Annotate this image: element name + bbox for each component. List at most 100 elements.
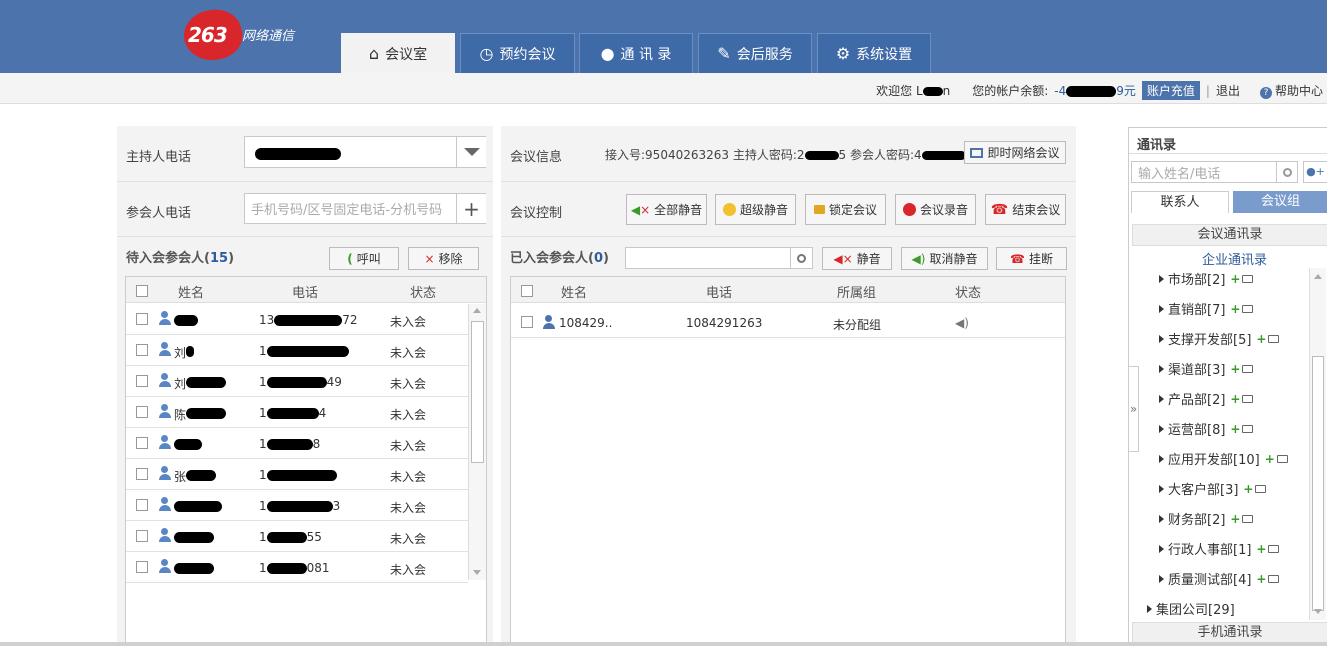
host-phone-input[interactable]	[244, 136, 486, 168]
tab-meeting-groups[interactable]: 会议组	[1233, 191, 1327, 213]
add-icon[interactable]: +	[1230, 422, 1240, 436]
message-icon[interactable]	[1276, 454, 1288, 463]
expand-panel-handle[interactable]: »	[1129, 366, 1139, 452]
tree-department[interactable]: 渠道部[3] +	[1159, 359, 1254, 378]
end-meeting-button[interactable]: ☎ 结束会议	[985, 194, 1066, 225]
row-name: 刘	[174, 346, 187, 360]
message-icon[interactable]	[1242, 304, 1254, 313]
table-row[interactable]: 1 8 未入会	[126, 428, 468, 459]
message-icon[interactable]	[1255, 484, 1267, 493]
hangup-button[interactable]: ☎ 挂断	[996, 247, 1067, 270]
message-icon[interactable]	[1242, 514, 1254, 523]
table-row[interactable]: 张 1 未入会	[126, 459, 468, 490]
joined-search-button[interactable]	[790, 247, 813, 269]
remove-button[interactable]: × 移除	[408, 247, 479, 270]
add-icon[interactable]: +	[1230, 302, 1240, 316]
message-icon[interactable]	[1268, 544, 1280, 553]
table-row[interactable]: 1 3 未入会	[126, 490, 468, 521]
message-icon[interactable]	[1242, 424, 1254, 433]
row-checkbox[interactable]	[136, 437, 148, 449]
row-checkbox[interactable]	[136, 468, 148, 480]
message-icon[interactable]	[1242, 364, 1254, 373]
message-icon[interactable]	[1268, 574, 1280, 583]
tree-department[interactable]: 运营部[8] +	[1159, 419, 1254, 438]
table-row[interactable]: 陈 1 4 未入会	[126, 397, 468, 428]
mute-all-button[interactable]: ◀× 全部静音	[626, 194, 707, 225]
tree-department[interactable]: 质量测试部[4] +	[1159, 569, 1280, 588]
add-icon[interactable]: +	[1256, 572, 1266, 586]
row-checkbox[interactable]	[136, 375, 148, 387]
enterprise-contacts-header[interactable]: 企业通讯录	[1202, 249, 1267, 268]
message-icon[interactable]	[1242, 274, 1254, 283]
record-meeting-button[interactable]: 会议录音	[895, 194, 976, 225]
tab-meeting-room[interactable]: ⌂ 会议室	[341, 33, 455, 73]
add-icon[interactable]: +	[1256, 332, 1266, 346]
logout-link[interactable]: 退出	[1216, 82, 1240, 99]
message-icon[interactable]	[1268, 334, 1280, 343]
tree-department[interactable]: 支撑开发部[5] +	[1159, 329, 1280, 348]
row-checkbox[interactable]	[136, 499, 148, 511]
help-link[interactable]: ? 帮助中心	[1259, 82, 1323, 99]
tree-department[interactable]: 市场部[2] +	[1159, 269, 1254, 288]
participant-phone-input[interactable]: 手机号码/区号固定电话-分机号码	[244, 193, 486, 224]
tree-department[interactable]: 产品部[2] +	[1159, 389, 1254, 408]
pending-scrollbar[interactable]	[468, 304, 486, 580]
row-checkbox[interactable]	[136, 561, 148, 573]
table-row[interactable]: 刘 1 未入会	[126, 335, 468, 366]
add-icon[interactable]: +	[1256, 542, 1266, 556]
row-checkbox[interactable]	[136, 406, 148, 418]
contacts-scrollbar[interactable]	[1309, 268, 1326, 620]
tree-department[interactable]: 行政人事部[1] +	[1159, 539, 1280, 558]
scroll-thumb[interactable]	[471, 321, 484, 463]
tree-group-company[interactable]: 集团公司[29]	[1147, 599, 1235, 618]
tab-system-settings[interactable]: ⚙ 系统设置	[817, 33, 931, 73]
add-icon[interactable]: +	[1230, 272, 1240, 286]
mute-button[interactable]: ◀× 静音	[822, 247, 892, 270]
expand-icon	[1159, 484, 1164, 493]
add-participant-button[interactable]: +	[456, 194, 486, 223]
message-icon[interactable]	[1242, 394, 1254, 403]
tab-after-meeting[interactable]: ✎ 会后服务	[698, 33, 812, 73]
row-checkbox[interactable]	[521, 316, 533, 328]
table-row[interactable]: 刘 1 49 未入会	[126, 366, 468, 397]
tree-department[interactable]: 应用开发部[10] +	[1159, 449, 1288, 468]
row-checkbox[interactable]	[136, 530, 148, 542]
add-icon[interactable]: +	[1230, 512, 1240, 526]
tree-department[interactable]: 直销部[7] +	[1159, 299, 1254, 318]
lock-meeting-button[interactable]: 锁定会议	[805, 194, 886, 225]
contact-search-button[interactable]	[1276, 161, 1298, 183]
host-phone-dropdown[interactable]	[456, 137, 486, 167]
tree-department[interactable]: 大客户部[3] +	[1159, 479, 1267, 498]
table-row[interactable]: 108429.. 1084291263 未分配组 ◀)	[511, 307, 1065, 338]
row-checkbox[interactable]	[136, 313, 148, 325]
column-name: 姓名	[561, 286, 588, 301]
help-icon: ?	[1259, 87, 1272, 99]
scroll-thumb[interactable]	[1312, 356, 1324, 611]
instant-web-meeting-button[interactable]: 即时网络会议	[964, 141, 1066, 164]
row-checkbox[interactable]	[136, 344, 148, 356]
tree-department[interactable]: 财务部[2] +	[1159, 509, 1254, 528]
recharge-button[interactable]: 账户充值	[1141, 81, 1200, 100]
meeting-contacts-header[interactable]: 会议通讯录	[1132, 224, 1327, 246]
contact-search-input[interactable]: 输入姓名/电话	[1131, 161, 1277, 183]
add-icon[interactable]: +	[1230, 362, 1240, 376]
tab-address-book[interactable]: ● 通 讯 录	[579, 33, 693, 73]
add-icon[interactable]: +	[1230, 392, 1240, 406]
table-row[interactable]: 13 72 未入会	[126, 304, 468, 335]
row-phone: 1 081	[259, 561, 330, 575]
unmute-button[interactable]: ◀) 取消静音	[901, 247, 988, 270]
add-icon[interactable]: +	[1265, 452, 1275, 466]
joined-search-input[interactable]	[625, 247, 791, 269]
add-contact-button[interactable]: ●+	[1303, 161, 1327, 183]
mobile-contacts-header[interactable]: 手机通讯录	[1132, 622, 1327, 644]
call-button[interactable]: ( 呼叫	[329, 247, 399, 270]
row-phone: 13 72	[259, 313, 358, 327]
select-all-checkbox[interactable]	[521, 285, 533, 297]
super-mute-button[interactable]: 超级静音	[715, 194, 796, 225]
tab-contacts[interactable]: 联系人	[1131, 191, 1229, 213]
add-icon[interactable]: +	[1243, 482, 1253, 496]
table-row[interactable]: 1 081 未入会	[126, 552, 468, 583]
table-row[interactable]: 1 55 未入会	[126, 521, 468, 552]
tab-scheduled-meeting[interactable]: ◷ 预约会议	[460, 33, 575, 73]
select-all-checkbox[interactable]	[136, 285, 148, 297]
